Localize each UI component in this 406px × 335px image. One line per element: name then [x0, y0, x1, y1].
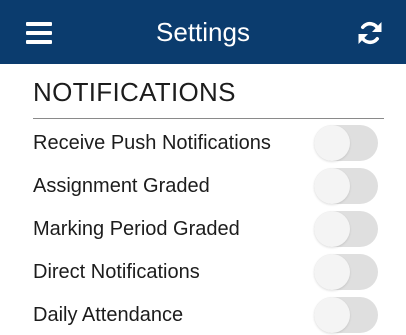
toggle-push-notifications[interactable]: [314, 125, 378, 161]
toggle-direct-notifications[interactable]: [314, 254, 378, 290]
setting-row-direct-notifications: Direct Notifications: [33, 251, 393, 291]
toggle-knob: [314, 297, 350, 333]
setting-label: Assignment Graded: [33, 175, 210, 197]
setting-row-daily-attendance: Daily Attendance: [33, 294, 393, 334]
setting-row-push-notifications: Receive Push Notifications: [33, 122, 393, 162]
setting-label: Receive Push Notifications: [33, 132, 271, 154]
toggle-knob: [314, 211, 350, 247]
section-divider: [33, 118, 384, 119]
setting-label: Direct Notifications: [33, 261, 200, 283]
setting-row-marking-period-graded: Marking Period Graded: [33, 208, 393, 248]
toggle-marking-period-graded[interactable]: [314, 211, 378, 247]
toggle-daily-attendance[interactable]: [314, 297, 378, 333]
setting-label: Marking Period Graded: [33, 218, 240, 240]
setting-row-assignment-graded: Assignment Graded: [33, 165, 393, 205]
refresh-icon[interactable]: [356, 19, 384, 47]
setting-label: Daily Attendance: [33, 304, 184, 326]
toggle-knob: [314, 254, 350, 290]
section-title-notifications: NOTIFICATIONS: [33, 77, 236, 107]
toggle-knob: [314, 168, 350, 204]
page-title: Settings: [156, 17, 250, 47]
toggle-knob: [314, 125, 350, 161]
toggle-assignment-graded[interactable]: [314, 168, 378, 204]
app-header: Settings: [0, 0, 406, 64]
